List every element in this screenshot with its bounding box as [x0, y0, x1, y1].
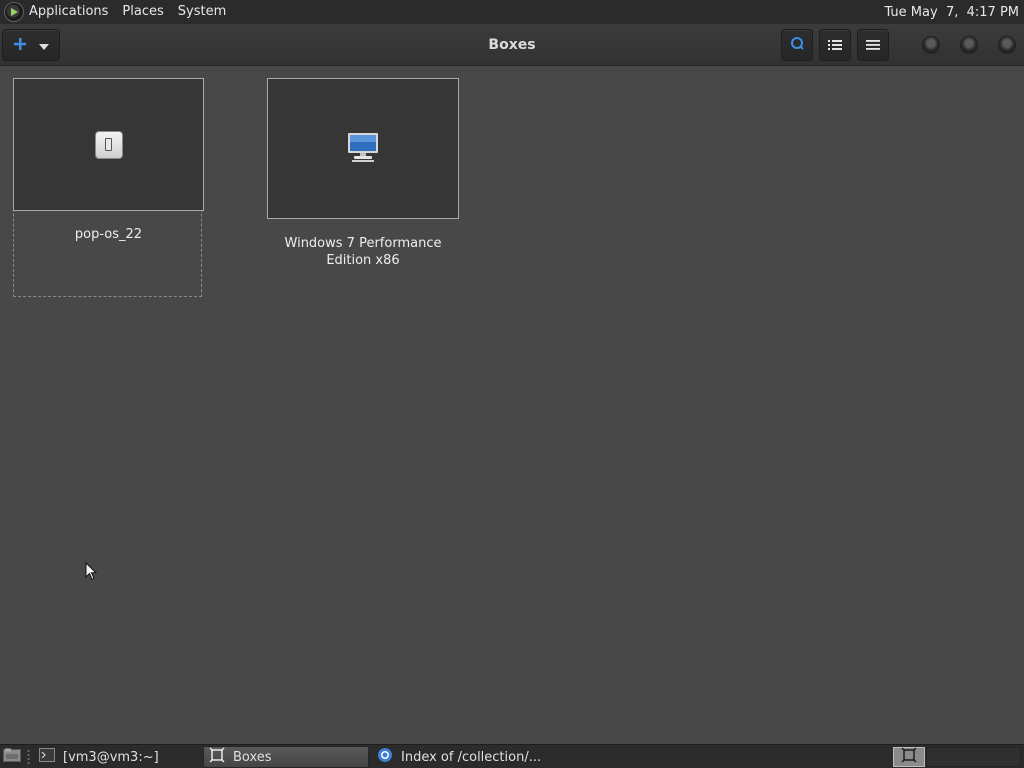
show-desktop-icon — [3, 748, 21, 766]
taskbar-item-terminal[interactable]: [vm3@vm3:~] — [34, 746, 199, 768]
taskbar-item-label: [vm3@vm3:~] — [63, 749, 159, 765]
panel-separator — [27, 749, 30, 765]
box-name-line: Edition x86 — [326, 253, 400, 268]
terminal-icon — [39, 748, 55, 766]
minimize-button[interactable] — [922, 36, 940, 54]
power-switch-icon — [94, 130, 123, 159]
boxes-grid: pop-os_22 Windows 7 Performance Edition … — [0, 66, 1024, 744]
workspace-empty[interactable] — [926, 747, 1021, 767]
mouse-pointer-icon — [85, 561, 98, 585]
box-thumbnail[interactable] — [13, 78, 204, 211]
main-menu-button[interactable] — [857, 29, 889, 61]
taskbar-item-label: Boxes — [233, 749, 272, 765]
workspace-switcher[interactable] — [893, 747, 925, 767]
applications-menu-label: Applications — [29, 4, 109, 19]
box-name-line: Windows 7 Performance — [284, 236, 442, 251]
box-thumbnail[interactable] — [267, 78, 459, 219]
list-view-icon — [828, 36, 842, 55]
top-panel: Applications Places System Tue May 7, 4:… — [0, 0, 1024, 24]
applications-menu[interactable]: Applications — [0, 0, 115, 24]
box-item[interactable]: pop-os_22 — [13, 78, 204, 297]
bottom-panel: [vm3@vm3:~] Boxes Index of /collection/.… — [0, 744, 1024, 768]
taskbar-item-browser[interactable]: Index of /collection/... — [372, 746, 562, 768]
boxes-icon — [209, 747, 225, 767]
header-bar: Boxes — [0, 24, 1024, 66]
hamburger-menu-icon — [866, 36, 880, 55]
places-menu[interactable]: Places — [115, 0, 170, 24]
box-name: pop-os_22 — [74, 227, 143, 242]
system-menu[interactable]: System — [171, 0, 233, 24]
plus-icon — [13, 36, 27, 55]
close-button[interactable] — [998, 36, 1016, 54]
box-item[interactable]: Windows 7 Performance Edition x86 — [267, 78, 459, 278]
play-logo-icon — [4, 2, 24, 22]
search-button[interactable] — [781, 29, 813, 61]
panel-menu-bar: Applications Places System — [0, 0, 233, 24]
chevron-down-icon[interactable] — [38, 36, 50, 55]
taskbar-item-label: Index of /collection/... — [401, 749, 542, 765]
boxes-icon — [901, 747, 917, 767]
list-view-button[interactable] — [819, 29, 851, 61]
computer-icon — [346, 130, 380, 168]
new-box-button[interactable] — [2, 29, 60, 61]
taskbar-item-boxes[interactable]: Boxes — [203, 746, 369, 768]
browser-icon — [377, 747, 393, 767]
box-name: Windows 7 Performance Edition x86 — [267, 235, 459, 269]
search-icon — [789, 35, 805, 55]
maximize-button[interactable] — [960, 36, 978, 54]
clock[interactable]: Tue May 7, 4:17 PM — [884, 5, 1024, 20]
show-desktop-button[interactable] — [2, 748, 22, 766]
